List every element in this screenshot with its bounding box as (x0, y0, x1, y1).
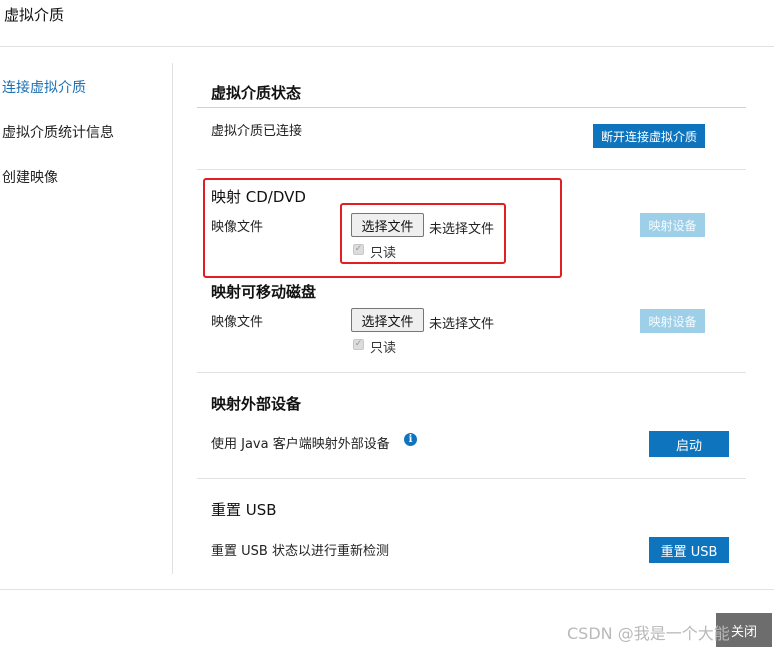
removable-choose-file-button[interactable]: 选择文件 (351, 308, 424, 332)
external-section-divider (197, 478, 746, 479)
external-section-title: 映射外部设备 (211, 395, 302, 413)
launch-button[interactable]: 启动 (649, 431, 729, 457)
removable-image-label: 映像文件 (211, 315, 264, 330)
nav-divider (172, 63, 173, 574)
status-title-divider (197, 107, 746, 108)
header-divider (0, 46, 774, 47)
disconnect-media-button[interactable]: 断开连接虚拟介质 (593, 124, 705, 148)
removable-map-device-button[interactable]: 映射设备 (640, 309, 705, 333)
nav-item-media-statistics[interactable]: 虚拟介质统计信息 (2, 122, 114, 142)
dialog-title: 虚拟介质 (4, 6, 65, 24)
nav-item-create-image[interactable]: 创建映像 (2, 167, 58, 187)
removable-section-title: 映射可移动磁盘 (211, 283, 317, 301)
footer-divider (0, 589, 774, 590)
removable-readonly-checkbox[interactable]: ✓ (353, 339, 364, 350)
nav-item-connect-media[interactable]: 连接虚拟介质 (2, 77, 86, 97)
removable-readonly-label: 只读 (370, 341, 397, 356)
usb-section-title: 重置 USB (211, 501, 277, 519)
removable-no-file-text: 未选择文件 (429, 317, 495, 332)
removable-section-divider (197, 372, 746, 373)
media-status-text: 虚拟介质已连接 (211, 124, 303, 139)
status-section-divider (197, 169, 746, 170)
cd-map-device-button[interactable]: 映射设备 (640, 213, 705, 237)
status-section-title: 虚拟介质状态 (211, 84, 302, 102)
external-description: 使用 Java 客户端映射外部设备 (211, 437, 390, 452)
watermark-text: CSDN @我是一个大能 (567, 624, 730, 643)
info-icon[interactable]: i (404, 433, 417, 446)
reset-usb-button[interactable]: 重置 USB (649, 537, 729, 563)
usb-description: 重置 USB 状态以进行重新检测 (211, 544, 389, 559)
file-picker-highlight-box (340, 203, 506, 264)
